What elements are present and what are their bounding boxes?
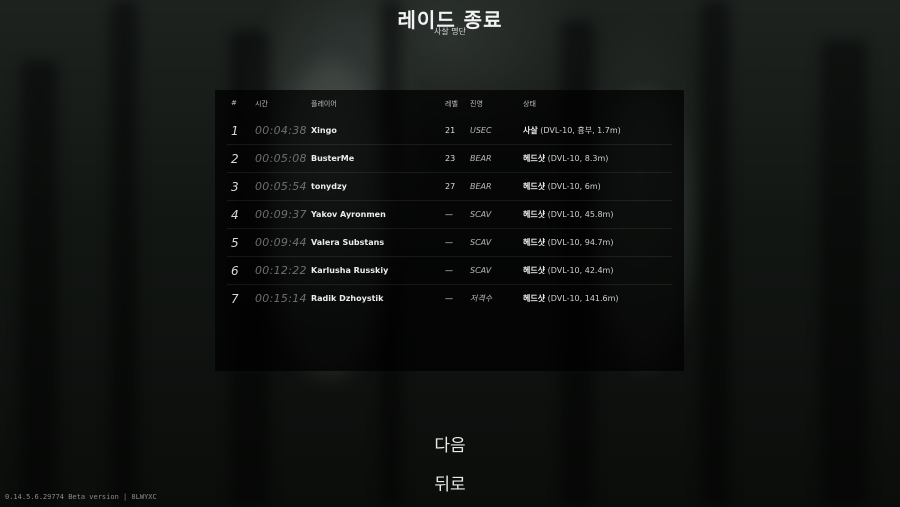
row-number: 3 bbox=[231, 180, 239, 194]
kill-time: 00:09:37 bbox=[255, 208, 307, 221]
kill-status-detail: (DVL-10, 8.3m) bbox=[547, 154, 609, 163]
kill-list-panel: # 시간 플레이어 레벨 진영 상태 1 00:04:38 Xingo 21 U… bbox=[215, 90, 684, 371]
kill-status: 헤드샷 (DVL-10, 42.4m) bbox=[523, 257, 613, 285]
player-name: Xingo bbox=[311, 126, 337, 135]
kill-status-detail: (DVL-10, 94.7m) bbox=[547, 238, 614, 247]
row-number: 6 bbox=[231, 264, 239, 278]
table-row: 1 00:04:38 Xingo 21 USEC 사살 (DVL-10, 흉부,… bbox=[215, 117, 684, 145]
player-side: SCAV bbox=[470, 266, 492, 275]
kill-status-detail: (DVL-10, 흉부, 1.7m) bbox=[540, 126, 621, 135]
kill-status-detail: (DVL-10, 6m) bbox=[547, 182, 601, 191]
kill-status-type: 사살 bbox=[523, 126, 538, 135]
player-side: SCAV bbox=[470, 210, 492, 219]
player-name: tonydzy bbox=[311, 182, 347, 191]
player-level: — bbox=[445, 266, 453, 275]
player-name: Valera Substans bbox=[311, 238, 385, 247]
player-side: SCAV bbox=[470, 238, 492, 247]
kill-status: 사살 (DVL-10, 흉부, 1.7m) bbox=[523, 117, 621, 145]
kill-status-type: 헤드샷 bbox=[523, 210, 546, 219]
player-side: BEAR bbox=[470, 182, 492, 191]
kill-time: 00:09:44 bbox=[255, 236, 307, 249]
player-level: — bbox=[445, 210, 453, 219]
table-row: 7 00:15:14 Radik Dzhoystik — 저격수 헤드샷 (DV… bbox=[215, 285, 684, 313]
table-row: 5 00:09:44 Valera Substans — SCAV 헤드샷 (D… bbox=[215, 229, 684, 257]
kill-status-type: 헤드샷 bbox=[523, 154, 546, 163]
version-label: 0.14.5.6.29774 Beta version | 8LWYXC bbox=[5, 493, 157, 501]
player-level: 23 bbox=[445, 154, 456, 163]
column-header-status: 상태 bbox=[523, 100, 536, 108]
kill-status-detail: (DVL-10, 42.4m) bbox=[547, 266, 614, 275]
row-number: 5 bbox=[231, 236, 239, 250]
column-header-num: # bbox=[231, 99, 237, 107]
table-row: 6 00:12:22 Karlusha Russkiy — SCAV 헤드샷 (… bbox=[215, 257, 684, 285]
player-side: 저격수 bbox=[470, 294, 493, 303]
kill-status: 헤드샷 (DVL-10, 6m) bbox=[523, 173, 601, 201]
player-name: Radik Dzhoystik bbox=[311, 294, 384, 303]
kill-status-type: 헤드샷 bbox=[523, 238, 546, 247]
kill-status-type: 헤드샷 bbox=[523, 182, 546, 191]
column-header-side: 진영 bbox=[470, 100, 483, 108]
kill-status-type: 헤드샷 bbox=[523, 294, 546, 303]
raid-end-screen: 레이드 종료 사살 명단 # 시간 플레이어 레벨 진영 상태 1 00:04:… bbox=[0, 0, 900, 507]
table-row: 3 00:05:54 tonydzy 27 BEAR 헤드샷 (DVL-10, … bbox=[215, 173, 684, 201]
kill-status: 헤드샷 (DVL-10, 141.6m) bbox=[523, 285, 619, 313]
kill-time: 00:15:14 bbox=[255, 292, 307, 305]
kill-status-type: 헤드샷 bbox=[523, 266, 546, 275]
player-level: 21 bbox=[445, 126, 456, 135]
table-row: 4 00:09:37 Yakov Ayronmen — SCAV 헤드샷 (DV… bbox=[215, 201, 684, 229]
column-header-level: 레벨 bbox=[445, 100, 458, 108]
row-number: 2 bbox=[231, 152, 239, 166]
kill-status: 헤드샷 (DVL-10, 45.8m) bbox=[523, 201, 613, 229]
table-row: 2 00:05:08 BusterMe 23 BEAR 헤드샷 (DVL-10,… bbox=[215, 145, 684, 173]
player-name: BusterMe bbox=[311, 154, 355, 163]
kill-status: 헤드샷 (DVL-10, 94.7m) bbox=[523, 229, 613, 257]
column-header-time: 시간 bbox=[255, 100, 268, 108]
kill-status-detail: (DVL-10, 45.8m) bbox=[547, 210, 614, 219]
kill-time: 00:05:54 bbox=[255, 180, 307, 193]
kill-time: 00:05:08 bbox=[255, 152, 307, 165]
page-subtitle: 사살 명단 bbox=[434, 27, 466, 36]
row-number: 4 bbox=[231, 208, 239, 222]
player-level: — bbox=[445, 294, 453, 303]
kill-time: 00:04:38 bbox=[255, 124, 307, 137]
next-button[interactable]: 다음 bbox=[0, 431, 900, 456]
column-header-player: 플레이어 bbox=[311, 100, 337, 108]
player-side: BEAR bbox=[470, 154, 492, 163]
kill-status: 헤드샷 (DVL-10, 8.3m) bbox=[523, 145, 608, 173]
player-level: — bbox=[445, 238, 453, 247]
kill-time: 00:12:22 bbox=[255, 264, 307, 277]
row-number: 7 bbox=[231, 292, 239, 306]
player-name: Yakov Ayronmen bbox=[311, 210, 386, 219]
kill-status-detail: (DVL-10, 141.6m) bbox=[547, 294, 619, 303]
player-name: Karlusha Russkiy bbox=[311, 266, 389, 275]
row-number: 1 bbox=[231, 124, 239, 138]
player-side: USEC bbox=[470, 126, 492, 135]
back-button[interactable]: 뒤로 bbox=[0, 470, 900, 495]
player-level: 27 bbox=[445, 182, 456, 191]
